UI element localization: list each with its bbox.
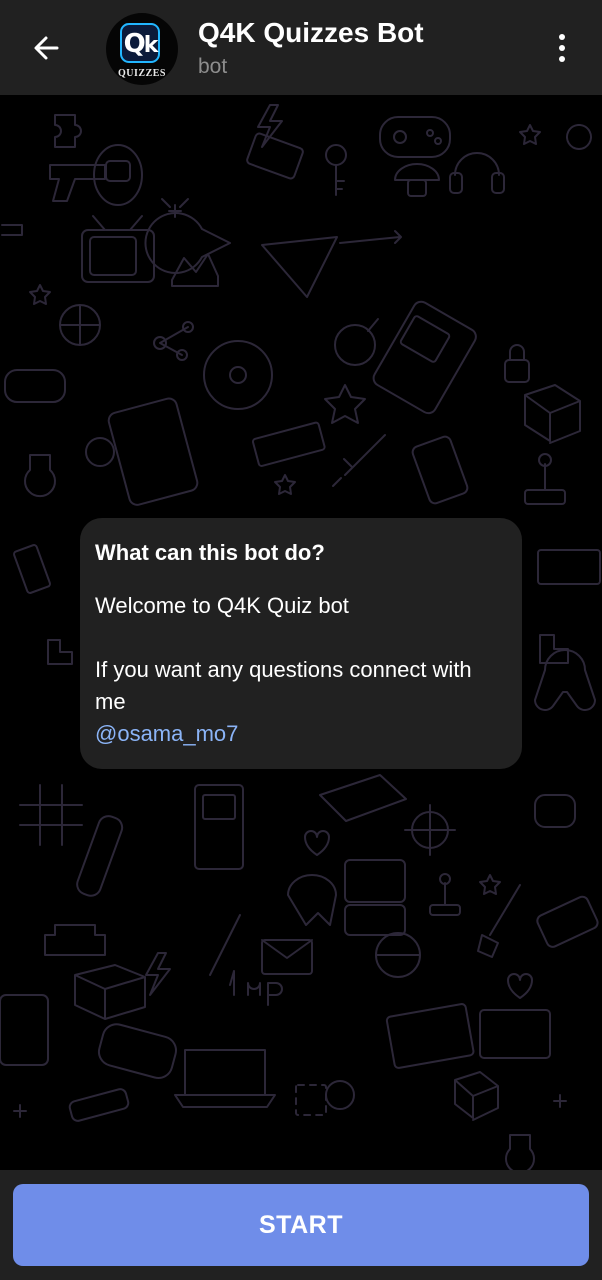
arrow-left-icon xyxy=(34,36,59,60)
bottom-bar: START xyxy=(0,1170,602,1280)
start-button[interactable]: START xyxy=(13,1184,589,1266)
bot-info-card: What can this bot do? Welcome to Q4K Qui… xyxy=(80,518,522,769)
back-button[interactable] xyxy=(18,22,74,74)
logo-icon: Qk xyxy=(120,23,160,63)
chat-subtitle: bot xyxy=(198,55,228,78)
logo-letters: Qk xyxy=(123,29,159,59)
chat-header: Qk QUIZZES Q4K Quizzes Bot bot xyxy=(0,0,602,95)
more-vertical-icon xyxy=(559,34,565,40)
bot-info-heading: What can this bot do? xyxy=(95,540,325,565)
chat-title[interactable]: Q4K Quizzes Bot xyxy=(198,17,424,49)
avatar-caption: QUIZZES xyxy=(118,68,166,79)
bot-avatar[interactable]: Qk QUIZZES xyxy=(106,13,178,85)
username-link[interactable]: @osama_mo7 xyxy=(95,718,238,750)
bot-info-description: Welcome to Q4K Quiz bot If you want any … xyxy=(95,593,472,714)
more-menu-button[interactable] xyxy=(540,24,584,72)
